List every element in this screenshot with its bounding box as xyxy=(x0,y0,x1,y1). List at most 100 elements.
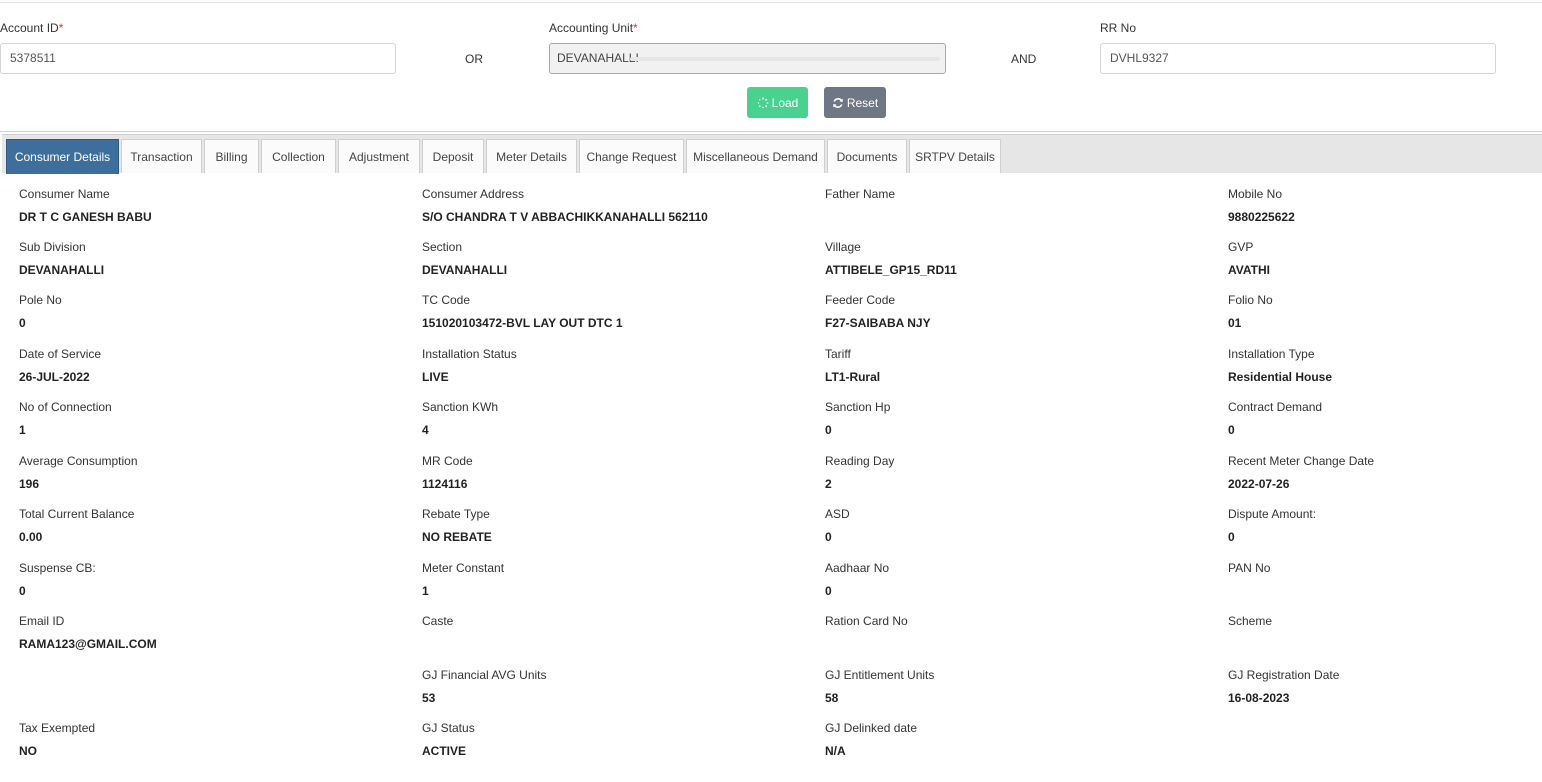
detail-label: Tax Exempted xyxy=(19,721,96,735)
detail-label: Reading Day xyxy=(825,454,895,468)
detail-value: NO REBATE xyxy=(422,530,492,544)
detail-value: LIVE xyxy=(422,370,449,384)
detail-value: F27-SAIBABA NJY xyxy=(825,316,931,330)
accounting-unit-blur xyxy=(630,57,940,61)
and-text: AND xyxy=(1011,52,1037,66)
or-text: OR xyxy=(465,52,483,66)
top-border xyxy=(0,2,1542,3)
detail-label: Village xyxy=(825,240,861,254)
tab-documents[interactable]: Documents xyxy=(827,139,907,173)
detail-label: Contract Demand xyxy=(1228,400,1323,414)
detail-label: Mobile No xyxy=(1228,187,1283,201)
detail-value: 26-JUL-2022 xyxy=(19,370,90,384)
tab-collection[interactable]: Collection xyxy=(261,139,336,173)
accounting-unit-label: Accounting Unit* xyxy=(549,21,638,35)
rr-no-input[interactable]: DVHL9327 xyxy=(1100,43,1496,74)
detail-value: 2 xyxy=(825,477,832,491)
detail-value: 0 xyxy=(1228,530,1235,544)
detail-label: No of Connection xyxy=(19,400,112,414)
detail-label: Tariff xyxy=(825,347,851,361)
detail-label: Ration Card No xyxy=(825,614,908,628)
detail-value: 0 xyxy=(825,423,832,437)
tab-change-request[interactable]: Change Request xyxy=(579,139,684,173)
detail-label: Sub Division xyxy=(19,240,86,254)
detail-value: 0.00 xyxy=(19,530,43,544)
detail-value: DR T C GANESH BABU xyxy=(19,210,152,224)
tab-transaction[interactable]: Transaction xyxy=(121,139,202,173)
accounting-unit-value: DEVANAHALLI xyxy=(557,51,639,65)
detail-label: Pole No xyxy=(19,293,62,307)
detail-label: Date of Service xyxy=(19,347,102,361)
account-id-label: Account ID* xyxy=(0,21,64,35)
detail-value: 1124116 xyxy=(422,477,468,491)
detail-value: 0 xyxy=(825,530,832,544)
detail-value: AVATHI xyxy=(1228,263,1270,277)
detail-label: Installation Status xyxy=(422,347,517,361)
tab-billing[interactable]: Billing xyxy=(204,139,259,173)
detail-label: GJ Delinked date xyxy=(825,721,918,735)
detail-label: GJ Registration Date xyxy=(1228,668,1340,682)
detail-label: Suspense CB: xyxy=(19,561,96,575)
detail-value: 9880225622 xyxy=(1228,210,1295,224)
detail-label: Meter Constant xyxy=(422,561,505,575)
detail-label: Consumer Name xyxy=(19,187,110,201)
tab-adjustment[interactable]: Adjustment xyxy=(338,139,420,173)
detail-value: NO xyxy=(19,744,37,758)
detail-value: 0 xyxy=(825,584,832,598)
detail-value: 53 xyxy=(422,691,436,705)
detail-value: 1 xyxy=(19,423,26,437)
detail-label: MR Code xyxy=(422,454,473,468)
detail-value: 2022-07-26 xyxy=(1228,477,1290,491)
detail-label: Feeder Code xyxy=(825,293,896,307)
detail-value: DEVANAHALLI xyxy=(19,263,105,277)
rr-no-label: RR No xyxy=(1100,21,1137,35)
detail-label: Dispute Amount: xyxy=(1228,507,1317,521)
detail-label: Recent Meter Change Date xyxy=(1228,454,1375,468)
detail-label: Rebate Type xyxy=(422,507,490,521)
section-divider xyxy=(0,131,1542,132)
account-id-input[interactable]: 5378511 xyxy=(0,43,396,74)
detail-value: 4 xyxy=(422,423,429,437)
detail-label: GJ Status xyxy=(422,721,475,735)
tab-srtpv-details[interactable]: SRTPV Details xyxy=(909,139,1001,173)
detail-label: Caste xyxy=(422,614,454,628)
detail-value: LT1-Rural xyxy=(825,370,881,384)
detail-label: Folio No xyxy=(1228,293,1273,307)
detail-label: Aadhaar No xyxy=(825,561,890,575)
tab-meter-details[interactable]: Meter Details xyxy=(486,139,577,173)
load-button[interactable]: Load xyxy=(747,87,808,118)
tab-bar: Consumer Details Transaction Billing Col… xyxy=(2,134,1542,174)
detail-label: Father Name xyxy=(825,187,896,201)
refresh-icon xyxy=(833,97,843,108)
detail-label: Sanction Hp xyxy=(825,400,891,414)
detail-value: N/A xyxy=(825,744,846,758)
accounting-unit-select[interactable]: DEVANAHALLI xyxy=(549,43,946,74)
tab-consumer-details[interactable]: Consumer Details xyxy=(6,139,119,174)
detail-value: ATTIBELE_GP15_RD11 xyxy=(825,263,957,277)
load-label: Load xyxy=(771,95,799,110)
detail-value: RAMA123@GMAIL.COM xyxy=(19,637,157,651)
detail-label: Section xyxy=(422,240,463,254)
detail-value: DEVANAHALLI xyxy=(422,263,508,277)
detail-label: GJ Financial AVG Units xyxy=(422,668,547,682)
detail-value: S/O CHANDRA T V ABBACHIKKANAHALLI 562110 xyxy=(422,210,708,224)
reset-button[interactable]: Reset xyxy=(824,87,886,118)
reset-label: Reset xyxy=(846,95,879,110)
detail-label: Average Consumption xyxy=(19,454,138,468)
detail-label: TC Code xyxy=(422,293,471,307)
detail-label: Scheme xyxy=(1228,614,1273,628)
detail-value: 1 xyxy=(422,584,429,598)
detail-value: 0 xyxy=(1228,423,1235,437)
detail-label: Email ID xyxy=(19,614,65,628)
detail-label: ASD xyxy=(825,507,850,521)
detail-value: 58 xyxy=(825,691,839,705)
detail-value: 196 xyxy=(19,477,40,491)
detail-value: 151020103472-BVL LAY OUT DTC 1 xyxy=(422,316,623,330)
tab-deposit[interactable]: Deposit xyxy=(422,139,484,173)
detail-label: GJ Entitlement Units xyxy=(825,668,935,682)
detail-value: 16-08-2023 xyxy=(1228,691,1290,705)
detail-value: 0 xyxy=(19,584,26,598)
detail-value: 01 xyxy=(1228,316,1242,330)
detail-value: 0 xyxy=(19,316,26,330)
tab-miscellaneous-demand[interactable]: Miscellaneous Demand xyxy=(686,139,825,173)
